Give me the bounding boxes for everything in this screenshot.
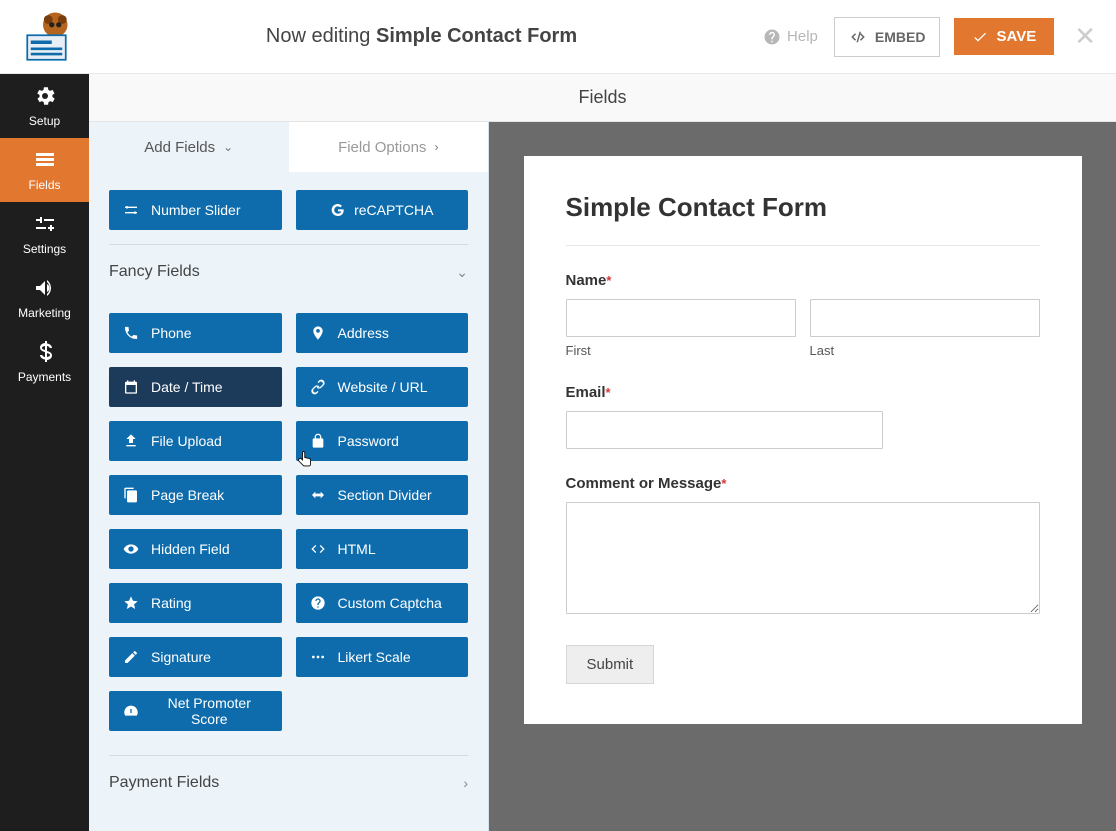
field-custom-captcha[interactable]: Custom Captcha bbox=[296, 583, 469, 623]
top-field-grid: Number Slider reCAPTCHA bbox=[109, 172, 468, 244]
field-date-time[interactable]: Date / Time bbox=[109, 367, 282, 407]
first-name-input[interactable] bbox=[566, 299, 796, 337]
nav-marketing[interactable]: Marketing bbox=[0, 266, 89, 330]
field-hidden-field[interactable]: Hidden Field bbox=[109, 529, 282, 569]
field-signature[interactable]: Signature bbox=[109, 637, 282, 677]
section-payment-fields[interactable]: Payment Fields › bbox=[109, 755, 468, 806]
tab-add-fields[interactable]: Add Fields⌄ bbox=[89, 122, 289, 172]
email-label: Email* bbox=[566, 384, 1040, 401]
copy-icon bbox=[123, 487, 139, 503]
field-name[interactable]: Name* First Last bbox=[566, 272, 1040, 358]
field-html[interactable]: HTML bbox=[296, 529, 469, 569]
first-sublabel: First bbox=[566, 343, 796, 358]
save-button[interactable]: SAVE bbox=[954, 18, 1054, 55]
name-label: Name* bbox=[566, 272, 1040, 289]
lock-icon bbox=[310, 433, 326, 449]
link-icon bbox=[310, 379, 326, 395]
layout-icon bbox=[33, 148, 57, 172]
chevron-down-icon: ⌄ bbox=[223, 140, 233, 154]
form-title: Simple Contact Form bbox=[566, 192, 1040, 246]
sliders-icon bbox=[33, 212, 57, 236]
question-icon bbox=[310, 595, 326, 611]
help-link[interactable]: Help bbox=[763, 28, 818, 46]
slider-icon bbox=[123, 202, 139, 218]
field-section-divider[interactable]: Section Divider bbox=[296, 475, 469, 515]
chevron-right-icon: › bbox=[463, 775, 468, 791]
section-fancy-fields[interactable]: Fancy Fields ⌄ bbox=[109, 244, 468, 295]
upload-icon bbox=[123, 433, 139, 449]
field-rating[interactable]: Rating bbox=[109, 583, 282, 623]
star-icon bbox=[123, 595, 139, 611]
panel-header: Fields bbox=[89, 74, 1116, 122]
last-sublabel: Last bbox=[810, 343, 1040, 358]
nav-fields[interactable]: Fields bbox=[0, 138, 89, 202]
field-net-promoter-score[interactable]: Net Promoter Score bbox=[109, 691, 282, 731]
field-file-upload[interactable]: File Upload bbox=[109, 421, 282, 461]
embed-button[interactable]: EMBED bbox=[834, 17, 941, 57]
nav-setup[interactable]: Setup bbox=[0, 74, 89, 138]
app-logo bbox=[20, 7, 80, 67]
pin-icon bbox=[310, 325, 326, 341]
submit-button[interactable]: Submit bbox=[566, 645, 655, 684]
code-icon bbox=[310, 541, 326, 557]
megaphone-icon bbox=[33, 276, 57, 300]
last-name-input[interactable] bbox=[810, 299, 1040, 337]
tab-field-options[interactable]: Field Options› bbox=[289, 122, 489, 172]
field-page-break[interactable]: Page Break bbox=[109, 475, 282, 515]
field-number-slider[interactable]: Number Slider bbox=[109, 190, 282, 230]
pencil-icon bbox=[123, 649, 139, 665]
comment-label: Comment or Message* bbox=[566, 475, 1040, 492]
chevron-right-icon: › bbox=[434, 140, 438, 154]
arrows-h-icon bbox=[310, 487, 326, 503]
field-phone[interactable]: Phone bbox=[109, 313, 282, 353]
email-input[interactable] bbox=[566, 411, 884, 449]
field-address[interactable]: Address bbox=[296, 313, 469, 353]
left-nav: Setup Fields Settings Marketing Payments bbox=[0, 74, 89, 831]
calendar-icon bbox=[123, 379, 139, 395]
field-comment[interactable]: Comment or Message* bbox=[566, 475, 1040, 619]
comment-textarea[interactable] bbox=[566, 502, 1040, 614]
dots-icon bbox=[310, 649, 326, 665]
field-email[interactable]: Email* bbox=[566, 384, 1040, 449]
editing-title: Now editing Simple Contact Form bbox=[80, 25, 763, 48]
field-password[interactable]: Password bbox=[296, 421, 469, 461]
phone-icon bbox=[123, 325, 139, 341]
field-likert-scale[interactable]: Likert Scale bbox=[296, 637, 469, 677]
gear-icon bbox=[33, 84, 57, 108]
form-preview-area: Simple Contact Form Name* First Last bbox=[489, 122, 1116, 831]
fancy-field-grid: Phone Address Date / Time Website / URL File… bbox=[109, 295, 468, 745]
field-recaptcha[interactable]: reCAPTCHA bbox=[296, 190, 469, 230]
dollar-icon bbox=[33, 340, 57, 364]
nav-settings[interactable]: Settings bbox=[0, 202, 89, 266]
gauge-icon bbox=[123, 703, 139, 719]
close-icon[interactable]: ✕ bbox=[1074, 21, 1096, 52]
google-icon bbox=[330, 202, 346, 218]
field-website-url[interactable]: Website / URL bbox=[296, 367, 469, 407]
chevron-down-icon: ⌄ bbox=[456, 264, 468, 281]
form-card: Simple Contact Form Name* First Last bbox=[524, 156, 1082, 724]
eye-icon bbox=[123, 541, 139, 557]
nav-payments[interactable]: Payments bbox=[0, 330, 89, 394]
